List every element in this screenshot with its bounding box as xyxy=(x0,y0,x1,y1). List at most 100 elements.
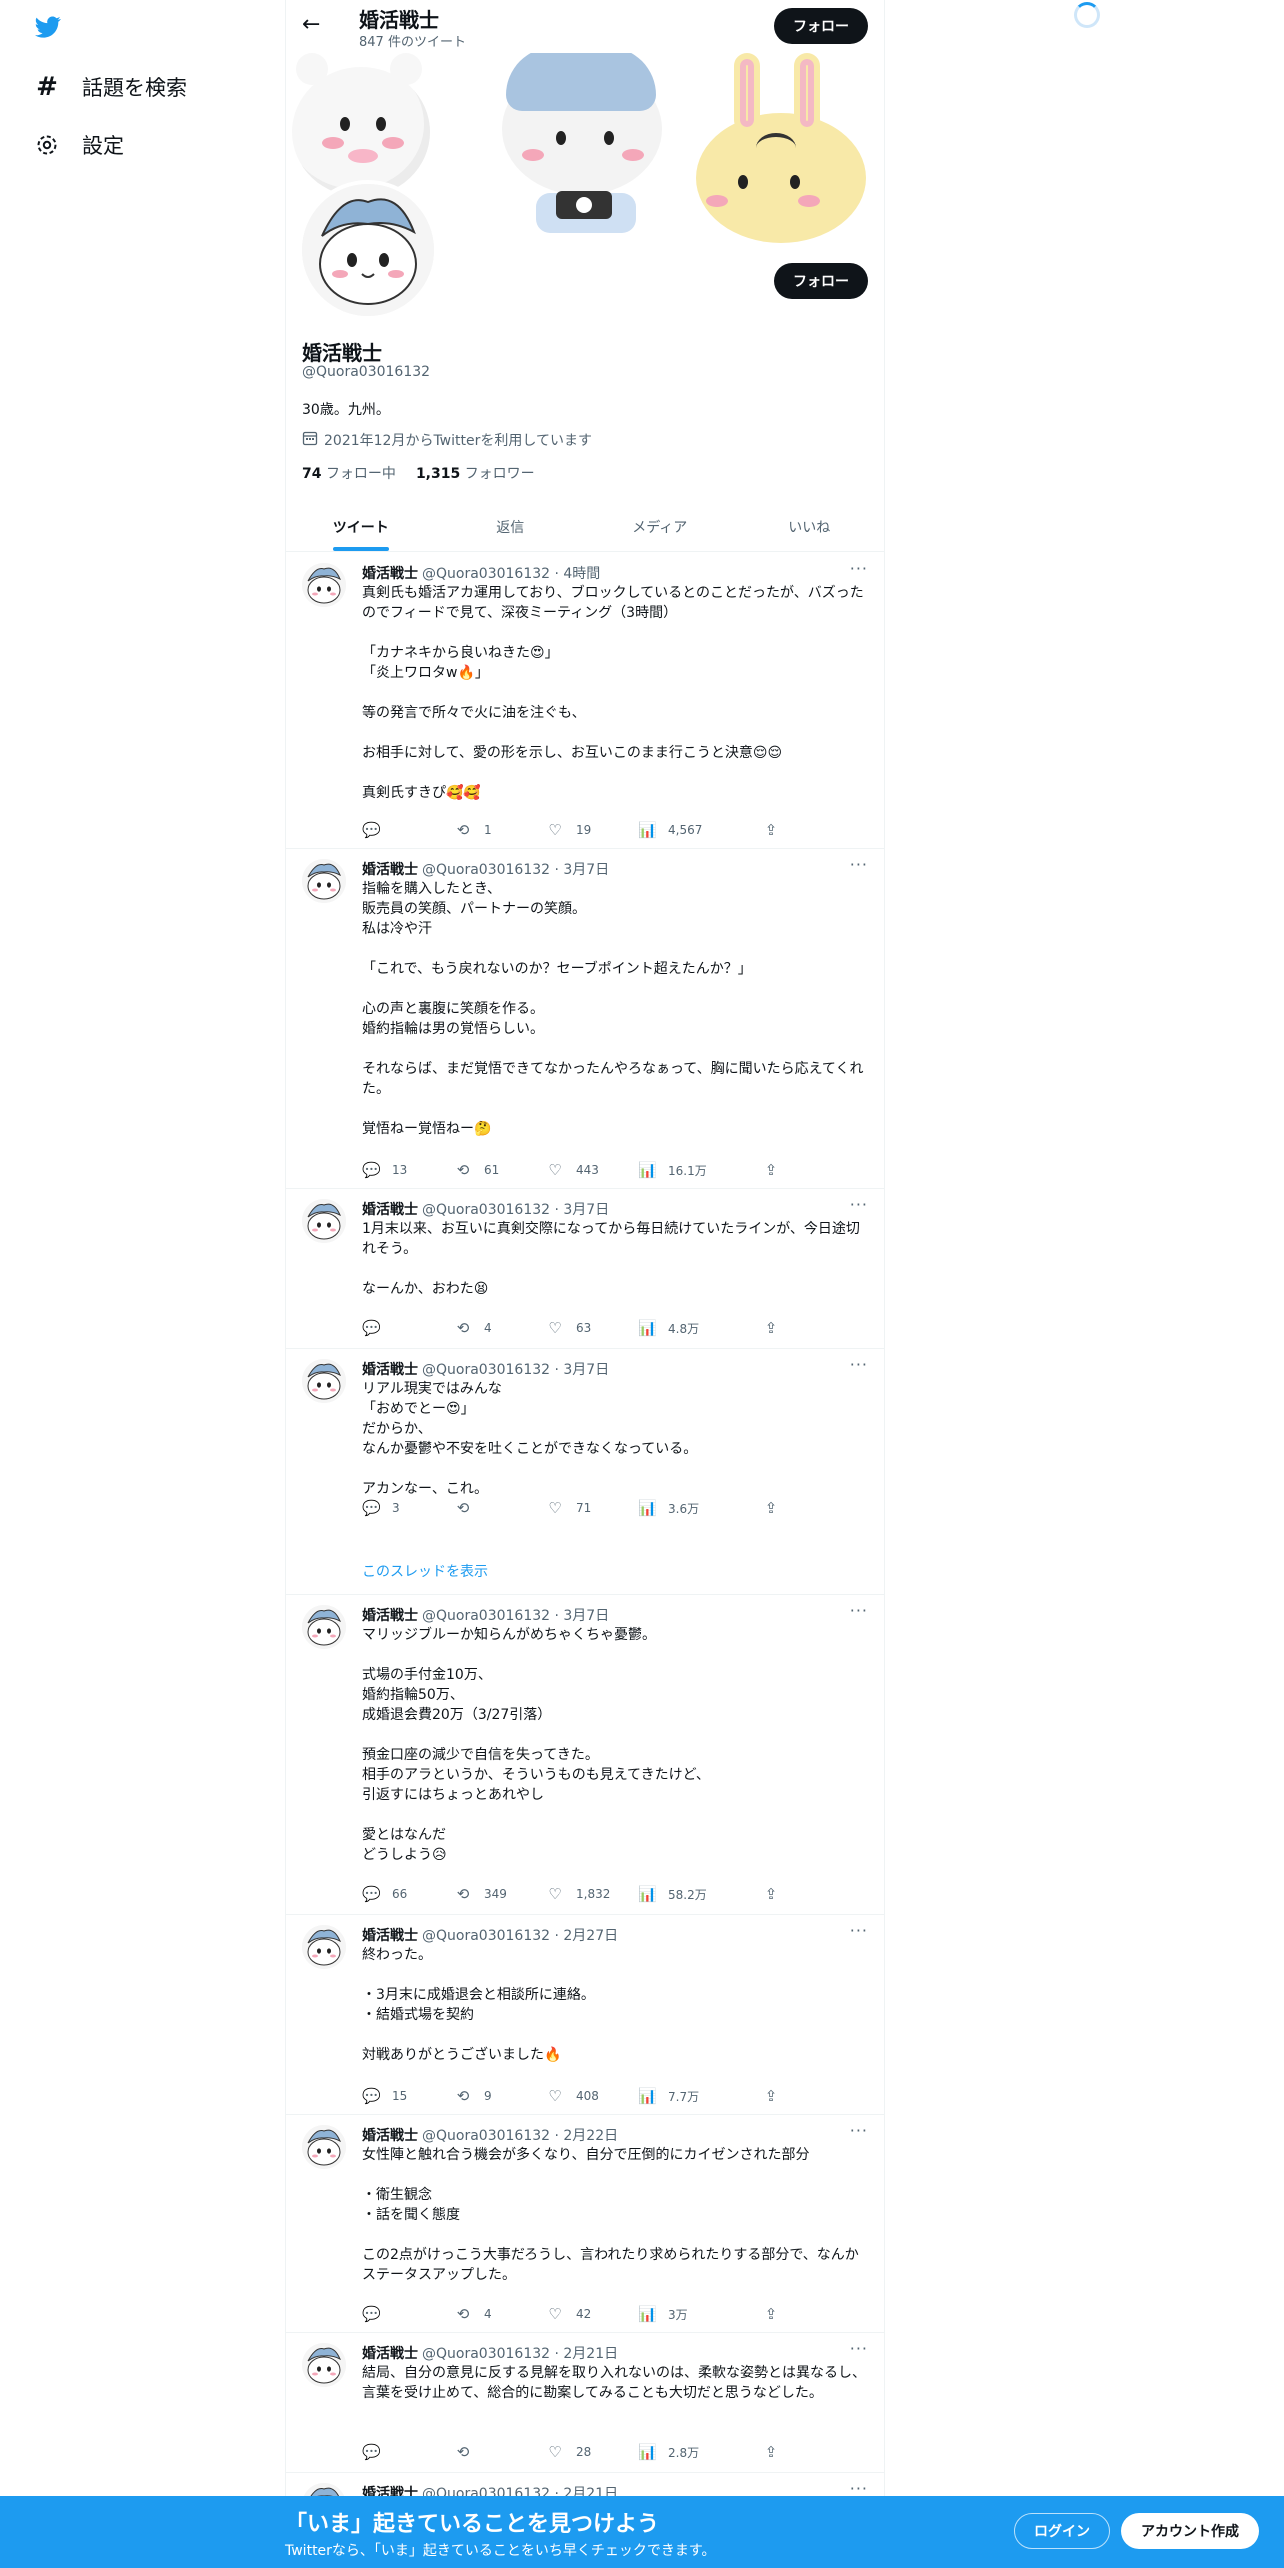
like-button[interactable]: ♡ 408 xyxy=(546,2087,599,2105)
tweet-actions: 💬 15 ⟲ 9 ♡ 408 📊 7.7万 ⇪ xyxy=(362,2087,802,2107)
reply-button[interactable]: 💬 xyxy=(362,1319,392,1337)
tweet[interactable]: 婚活戦士 @Quora03016132 · 3月7日 ··· マリッジブルーか知らんが… xyxy=(286,1595,884,1915)
tab-media[interactable]: メディア xyxy=(585,502,735,551)
tweet-meta[interactable]: @Quora03016132 · 2月27日 xyxy=(422,1925,618,1945)
retweet-icon: ⟲ xyxy=(456,1161,470,1179)
tweet-meta[interactable]: @Quora03016132 · 3月7日 xyxy=(422,859,609,879)
retweet-button[interactable]: ⟲ 4 xyxy=(454,2305,492,2323)
tweet-author-name[interactable]: 婚活戦士 xyxy=(362,859,418,879)
tweet-meta[interactable]: @Quora03016132 · 2月22日 xyxy=(422,2125,618,2145)
tweet-author-name[interactable]: 婚活戦士 xyxy=(362,1925,418,1945)
retweet-button[interactable]: ⟲ 9 xyxy=(454,2087,492,2105)
views-button[interactable]: 📊 58.2万 xyxy=(638,1885,707,1903)
share-button[interactable]: ⇪ xyxy=(762,1885,780,1903)
share-button[interactable]: ⇪ xyxy=(762,1319,780,1337)
tweet-avatar[interactable] xyxy=(302,1199,346,1243)
like-button[interactable]: ♡ 42 xyxy=(546,2305,591,2323)
more-options-icon[interactable]: ··· xyxy=(850,1921,868,1940)
views-button[interactable]: 📊 2.8万 xyxy=(638,2443,699,2461)
reply-button[interactable]: 💬 xyxy=(362,821,392,839)
more-options-icon[interactable]: ··· xyxy=(850,2121,868,2140)
nav-explore[interactable]: # 話題を検索 xyxy=(34,72,187,102)
more-options-icon[interactable]: ··· xyxy=(850,1601,868,1620)
like-button[interactable]: ♡ 28 xyxy=(546,2443,591,2461)
twitter-logo-icon[interactable] xyxy=(33,14,63,40)
reply-button[interactable]: 💬 xyxy=(362,2443,392,2461)
more-options-icon[interactable]: ··· xyxy=(850,1195,868,1214)
reply-button[interactable]: 💬 66 xyxy=(362,1885,407,1903)
tweet-author-name[interactable]: 婚活戦士 xyxy=(362,563,418,583)
tweet-meta[interactable]: @Quora03016132 · 2月21日 xyxy=(422,2343,618,2363)
like-button[interactable]: ♡ 1,832 xyxy=(546,1885,610,1903)
tweet-meta[interactable]: @Quora03016132 · 4時間 xyxy=(422,563,600,583)
retweet-button[interactable]: ⟲ xyxy=(454,1499,484,1517)
more-options-icon[interactable]: ··· xyxy=(850,855,868,874)
like-button[interactable]: ♡ 63 xyxy=(546,1319,591,1337)
share-button[interactable]: ⇪ xyxy=(762,1161,780,1179)
reply-icon: 💬 xyxy=(362,1499,381,1517)
login-button[interactable]: ログイン xyxy=(1014,2513,1110,2549)
more-options-icon[interactable]: ··· xyxy=(850,2339,868,2358)
tweet-avatar[interactable] xyxy=(302,859,346,903)
tweet-author-name[interactable]: 婚活戦士 xyxy=(362,2125,418,2145)
share-button[interactable]: ⇪ xyxy=(762,821,780,839)
tweet[interactable]: 婚活戦士 @Quora03016132 · 2月27日 ··· 終わった。 ・3月末に… xyxy=(286,1915,884,2115)
share-button[interactable]: ⇪ xyxy=(762,2443,780,2461)
tab-likes[interactable]: いいね xyxy=(735,502,885,551)
views-button[interactable]: 📊 3.6万 xyxy=(638,1499,699,1517)
tab-replies[interactable]: 返信 xyxy=(436,502,586,551)
show-thread-link[interactable]: このスレッドを表示 xyxy=(362,1561,488,1581)
reply-button[interactable]: 💬 3 xyxy=(362,1499,400,1517)
profile-avatar[interactable] xyxy=(298,180,438,320)
reply-button[interactable]: 💬 xyxy=(362,2305,392,2323)
tweet-author-name[interactable]: 婚活戦士 xyxy=(362,1359,418,1379)
retweet-button[interactable]: ⟲ xyxy=(454,2443,484,2461)
tweet[interactable]: 婚活戦士 @Quora03016132 · 3月7日 ··· 指輪を購入したとき、 販… xyxy=(286,849,884,1189)
tab-tweets[interactable]: ツイート xyxy=(286,502,436,551)
back-arrow-icon[interactable]: ← xyxy=(302,12,320,37)
tweet-avatar[interactable] xyxy=(302,1925,346,1969)
tweet-avatar[interactable] xyxy=(302,563,346,607)
retweet-button[interactable]: ⟲ 4 xyxy=(454,1319,492,1337)
signup-button[interactable]: アカウント作成 xyxy=(1121,2513,1259,2549)
tweet-meta[interactable]: @Quora03016132 · 3月7日 xyxy=(422,1359,609,1379)
tweet-avatar[interactable] xyxy=(302,2343,346,2387)
views-button[interactable]: 📊 16.1万 xyxy=(638,1161,707,1179)
tweet-avatar[interactable] xyxy=(302,1605,346,1649)
share-button[interactable]: ⇪ xyxy=(762,2305,780,2323)
tweet-author-name[interactable]: 婚活戦士 xyxy=(362,1199,418,1219)
profile-joined: 2021年12月からTwitterを利用しています xyxy=(302,430,592,450)
like-button[interactable]: ♡ 71 xyxy=(546,1499,591,1517)
header-follow-button[interactable]: フォロー xyxy=(774,8,868,44)
tweet-avatar[interactable] xyxy=(302,2125,346,2169)
followers-link[interactable]: 1,315 フォロワー xyxy=(416,463,535,483)
tweet[interactable]: 婚活戦士 @Quora03016132 · 3月7日 ··· リアル現実ではみんな 「… xyxy=(286,1349,884,1595)
more-options-icon[interactable]: ··· xyxy=(850,559,868,578)
profile-follow-button[interactable]: フォロー xyxy=(774,263,868,299)
views-button[interactable]: 📊 4.8万 xyxy=(638,1319,699,1337)
tweet[interactable]: 婚活戦士 @Quora03016132 · 2月21日 ··· 結局、自分の意見に反す… xyxy=(286,2333,884,2473)
reply-button[interactable]: 💬 15 xyxy=(362,2087,407,2105)
views-button[interactable]: 📊 7.7万 xyxy=(638,2087,699,2105)
views-button[interactable]: 📊 3万 xyxy=(638,2305,688,2323)
retweet-button[interactable]: ⟲ 1 xyxy=(454,821,492,839)
tweet[interactable]: 婚活戦士 @Quora03016132 · 4時間 ··· 真剣氏も婚活アカ運用してお… xyxy=(286,553,884,849)
retweet-button[interactable]: ⟲ 349 xyxy=(454,1885,507,1903)
tweet-avatar[interactable] xyxy=(302,1359,346,1403)
more-options-icon[interactable]: ··· xyxy=(850,1355,868,1374)
retweet-button[interactable]: ⟲ 61 xyxy=(454,1161,500,1179)
share-button[interactable]: ⇪ xyxy=(762,1499,780,1517)
reply-button[interactable]: 💬 13 xyxy=(362,1161,407,1179)
tweet-author-name[interactable]: 婚活戦士 xyxy=(362,1605,418,1625)
nav-settings[interactable]: 設定 xyxy=(34,130,124,160)
tweet[interactable]: 婚活戦士 @Quora03016132 · 3月7日 ··· 1月末以来、お互いに真剣… xyxy=(286,1189,884,1349)
tweet[interactable]: 婚活戦士 @Quora03016132 · 2月22日 ··· 女性陣と触れ合う機会が… xyxy=(286,2115,884,2333)
tweet-meta[interactable]: @Quora03016132 · 3月7日 xyxy=(422,1605,609,1625)
views-button[interactable]: 📊 4,567 xyxy=(638,821,702,839)
share-button[interactable]: ⇪ xyxy=(762,2087,780,2105)
following-link[interactable]: 74 フォロー中 xyxy=(302,463,396,483)
tweet-author-name[interactable]: 婚活戦士 xyxy=(362,2343,418,2363)
tweet-meta[interactable]: @Quora03016132 · 3月7日 xyxy=(422,1199,609,1219)
like-button[interactable]: ♡ 443 xyxy=(546,1161,599,1179)
like-button[interactable]: ♡ 19 xyxy=(546,821,591,839)
